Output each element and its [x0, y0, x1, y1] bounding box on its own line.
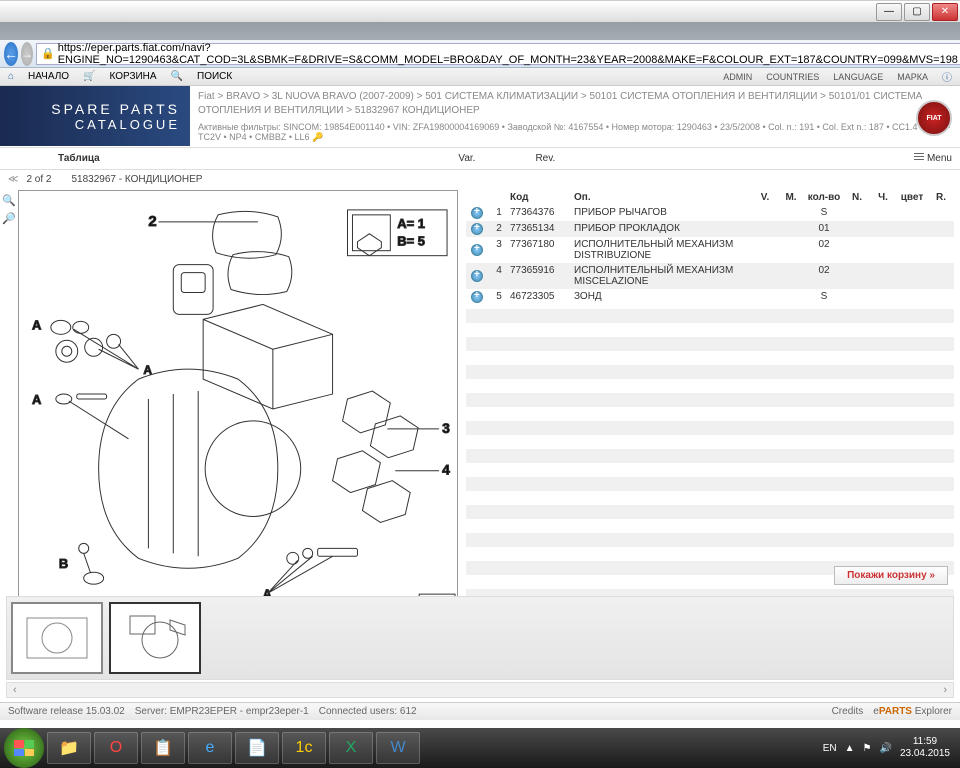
nav-search[interactable]: ПОИСК — [197, 71, 232, 82]
nav-language[interactable]: LANGUAGE — [833, 72, 883, 82]
breadcrumb[interactable]: Fiat > BRAVO > 3L NUOVA BRAVO (2007-2009… — [198, 90, 952, 118]
windows-taskbar: 📁 O 📋 e 📄 1c X W EN ▲ ⚑ 🔊 11:5923.04.201… — [0, 728, 960, 768]
exploded-diagram[interactable]: A= 1 B= 5 2 A A A — [18, 190, 458, 618]
taskbar-1c[interactable]: 1c — [282, 732, 326, 764]
taskbar-opera[interactable]: O — [94, 732, 138, 764]
nav-countries[interactable]: COUNTRIES — [766, 72, 819, 82]
status-server: Server: EMPR23EPER - empr23eper-1 — [135, 706, 309, 717]
parts-table: Код Оп. V. M. кол-во N. Ч. цвет R. 17736… — [460, 188, 960, 620]
add-to-cart-icon[interactable] — [471, 291, 483, 303]
svg-text:B: B — [59, 556, 68, 571]
cart-icon: 🛒 — [83, 71, 95, 82]
info-icon[interactable]: ⓘ — [942, 69, 952, 84]
thumbnail-strip — [6, 596, 954, 680]
logo-line1: SPARE PARTS — [51, 101, 180, 117]
maximize-button[interactable]: ▢ — [904, 3, 930, 21]
table-row[interactable]: 477365916ИСПОЛНИТЕЛЬНЫЙ МЕХАНИЗМ MISCELA… — [466, 263, 954, 289]
section-tabs: Таблица Var. Rev. Menu — [0, 148, 960, 170]
taskbar-app1[interactable]: 📄 — [235, 732, 279, 764]
nav-admin[interactable]: ADMIN — [723, 72, 752, 82]
thumbnail-scrollbar[interactable]: ‹› — [6, 682, 954, 698]
tray-volume-icon[interactable]: 🔊 — [879, 743, 891, 754]
tray-clock[interactable]: 11:5923.04.2015 — [900, 736, 950, 760]
taskbar-explorer[interactable]: 📁 — [47, 732, 91, 764]
taskbar-ie[interactable]: e — [188, 732, 232, 764]
search-icon: 🔍 — [171, 71, 183, 82]
thumbnail-2[interactable] — [109, 602, 201, 674]
part-title: 51832967 - КОНДИЦИОНЕР — [72, 174, 203, 185]
start-button[interactable] — [4, 728, 44, 768]
page-header: SPARE PARTS CATALOGUE Fiat > BRAVO > 3L … — [0, 86, 960, 148]
table-header: Код Оп. V. M. кол-во N. Ч. цвет R. — [466, 190, 954, 205]
svg-text:2: 2 — [148, 213, 156, 230]
col-rev: Rev. — [535, 153, 555, 164]
table-row[interactable]: 277365134ПРИБОР ПРОКЛАДОК01 — [466, 221, 954, 237]
home-icon: ⌂ — [8, 71, 14, 82]
add-to-cart-icon[interactable] — [471, 207, 483, 219]
back-button[interactable]: ← — [4, 42, 18, 66]
table-row[interactable]: 546723305ЗОНДS — [466, 289, 954, 305]
pager-row: ≪ 2 of 2 51832967 - КОНДИЦИОНЕР — [0, 170, 960, 188]
tray-flag-icon[interactable]: ⚑ — [863, 743, 872, 754]
page-indicator: 2 of 2 — [26, 174, 51, 185]
thumbnail-1[interactable] — [11, 602, 103, 674]
windows-icon — [14, 740, 34, 756]
nav-cart[interactable]: КОРЗИНА — [110, 71, 157, 82]
scroll-left-icon[interactable]: ‹ — [13, 684, 17, 696]
col-var: Var. — [458, 153, 475, 164]
svg-text:A: A — [32, 317, 41, 332]
url-text: https://eper.parts.fiat.com/navi?ENGINE_… — [58, 42, 958, 66]
menu-toggle[interactable]: Menu — [914, 153, 952, 164]
show-cart-button[interactable]: Покажи корзину » — [834, 566, 948, 585]
nav-brand[interactable]: МАРКА — [897, 72, 928, 82]
tab-table[interactable]: Таблица — [58, 153, 100, 164]
eparts-logo: ePARTS Explorer — [873, 706, 952, 717]
add-to-cart-icon[interactable] — [471, 223, 483, 235]
status-users: Connected users: 612 — [319, 706, 417, 717]
svg-text:3: 3 — [442, 420, 450, 436]
tray-lang[interactable]: EN — [823, 743, 837, 754]
svg-text:4: 4 — [442, 462, 450, 478]
add-to-cart-icon[interactable] — [471, 244, 483, 256]
minimize-button[interactable]: — — [876, 3, 902, 21]
nav-home[interactable]: НАЧАЛО — [28, 71, 69, 82]
legend-b: B= 5 — [397, 234, 425, 249]
app-menubar: ⌂НАЧАЛО 🛒КОРЗИНА 🔍ПОИСК ADMIN COUNTRIES … — [0, 68, 960, 86]
taskbar-word[interactable]: W — [376, 732, 420, 764]
taskbar-excel[interactable]: X — [329, 732, 373, 764]
logo-line2: CATALOGUE — [75, 117, 180, 132]
svg-text:A: A — [32, 392, 41, 407]
lock-icon: 🔒 — [41, 47, 55, 60]
taskbar-tc[interactable]: 📋 — [141, 732, 185, 764]
zoom-out-icon[interactable]: 🔎 — [2, 212, 14, 224]
browser-tabs-blur — [0, 22, 960, 40]
forward-button[interactable]: → — [21, 42, 33, 66]
fiat-logo: FIAT — [916, 100, 952, 136]
status-credits[interactable]: Credits — [832, 706, 864, 717]
close-button[interactable]: ✕ — [932, 3, 958, 21]
legend-a: A= 1 — [397, 216, 425, 231]
status-bar: Software release 15.03.02 Server: EMPR23… — [0, 702, 960, 720]
table-row[interactable]: 177364376ПРИБОР РЫЧАГОВS — [466, 205, 954, 221]
logo: SPARE PARTS CATALOGUE — [0, 86, 190, 146]
status-software: Software release 15.03.02 — [8, 706, 125, 717]
diagram-toolbar: 🔍 🔎 — [0, 188, 16, 620]
window-titlebar: — ▢ ✕ — [0, 0, 960, 22]
add-to-cart-icon[interactable] — [471, 270, 483, 282]
active-filters: Активные фильтры: SINCOM: 19854E001140 •… — [198, 122, 952, 143]
system-tray: EN ▲ ⚑ 🔊 11:5923.04.2015 — [823, 736, 956, 760]
menu-icon — [914, 153, 924, 161]
address-bar[interactable]: 🔒https://eper.parts.fiat.com/navi?ENGINE… — [36, 43, 960, 65]
tray-up-icon[interactable]: ▲ — [845, 743, 855, 754]
scroll-right-icon[interactable]: › — [943, 684, 947, 696]
browser-navbar: ← → 🔒https://eper.parts.fiat.com/navi?EN… — [0, 40, 960, 68]
page-prev[interactable]: ≪ — [8, 174, 18, 185]
table-row[interactable]: 377367180ИСПОЛНИТЕЛЬНЫЙ МЕХАНИЗМ DISTRIB… — [466, 237, 954, 263]
zoom-in-icon[interactable]: 🔍 — [2, 194, 14, 206]
